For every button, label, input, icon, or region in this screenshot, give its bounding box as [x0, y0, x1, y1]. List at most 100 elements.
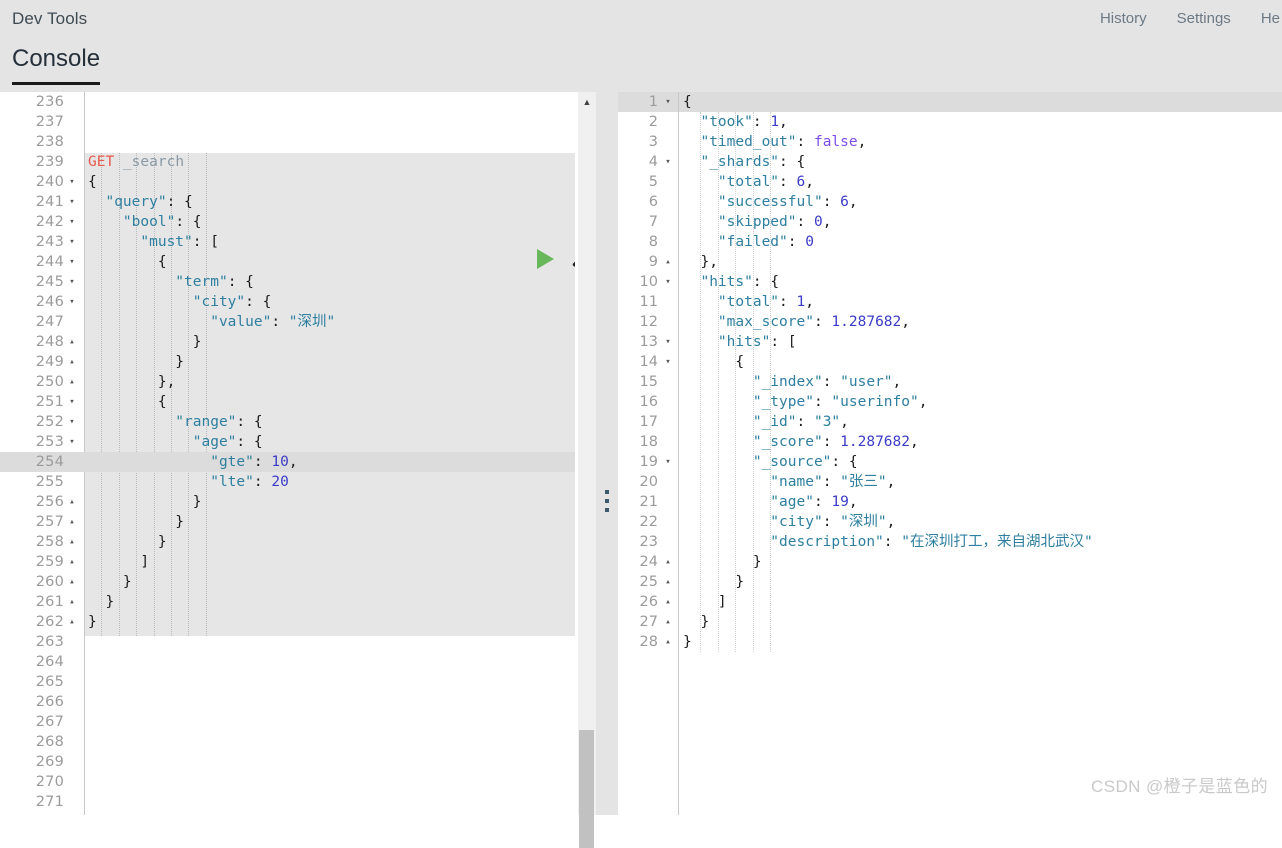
fold-expand-icon[interactable]: ▴	[66, 332, 78, 352]
code-line[interactable]: 21 "age": 19,	[618, 492, 1282, 512]
code-line[interactable]: 263	[0, 632, 575, 652]
code-line[interactable]: 16 "_type": "userinfo",	[618, 392, 1282, 412]
code-line[interactable]: 248 ▴ }	[0, 332, 575, 352]
code-line[interactable]: 264	[0, 652, 575, 672]
code-line[interactable]: 262 ▴}	[0, 612, 575, 632]
code-line[interactable]: 260 ▴ }	[0, 572, 575, 592]
nav-item-history[interactable]: History	[1100, 10, 1147, 27]
code-line[interactable]: 244 ▾ {	[0, 252, 575, 272]
code-line[interactable]: 236	[0, 92, 575, 112]
fold-collapse-icon[interactable]: ▾	[662, 272, 674, 292]
code-line[interactable]: 5 "total": 6,	[618, 172, 1282, 192]
code-line[interactable]: 241 ▾ "query": {	[0, 192, 575, 212]
wrench-icon[interactable]	[568, 244, 575, 270]
code-line[interactable]: 10 ▾ "hits": {	[618, 272, 1282, 292]
code-line[interactable]: 25 ▴ }	[618, 572, 1282, 592]
code-line[interactable]: 246 ▾ "city": {	[0, 292, 575, 312]
code-line[interactable]: 266	[0, 692, 575, 712]
code-line[interactable]: 269	[0, 752, 575, 772]
fold-collapse-icon[interactable]: ▾	[662, 352, 674, 372]
code-line[interactable]: 18 "_score": 1.287682,	[618, 432, 1282, 452]
fold-collapse-icon[interactable]: ▾	[66, 232, 78, 252]
fold-expand-icon[interactable]: ▴	[66, 512, 78, 532]
fold-collapse-icon[interactable]: ▾	[662, 452, 674, 472]
fold-collapse-icon[interactable]: ▾	[66, 272, 78, 292]
code-line[interactable]: 20 "name": "张三",	[618, 472, 1282, 492]
fold-expand-icon[interactable]: ▴	[66, 612, 78, 632]
response-viewer-pane[interactable]: 1 ▾{2 "took": 1, 3 "timed_out": false, 4 ▾ "…	[618, 92, 1282, 815]
fold-expand-icon[interactable]: ▴	[66, 492, 78, 512]
code-line[interactable]: 257 ▴ }	[0, 512, 575, 532]
code-line[interactable]: 250 ▴ },	[0, 372, 575, 392]
fold-collapse-icon[interactable]: ▾	[66, 292, 78, 312]
scroll-up-caret-icon[interactable]: ▲	[578, 94, 596, 110]
fold-collapse-icon[interactable]: ▾	[662, 92, 674, 112]
fold-collapse-icon[interactable]: ▾	[662, 152, 674, 172]
code-line[interactable]: 2 "took": 1,	[618, 112, 1282, 132]
code-line[interactable]: 19 ▾ "_source": {	[618, 452, 1282, 472]
fold-collapse-icon[interactable]: ▾	[66, 392, 78, 412]
nav-item-help[interactable]: He	[1261, 10, 1280, 27]
code-line[interactable]: 259 ▴ ]	[0, 552, 575, 572]
code-line[interactable]: 237	[0, 112, 575, 132]
fold-expand-icon[interactable]: ▴	[662, 612, 674, 632]
code-line[interactable]: 3 "timed_out": false,	[618, 132, 1282, 152]
fold-collapse-icon[interactable]: ▾	[66, 172, 78, 192]
fold-collapse-icon[interactable]: ▾	[66, 212, 78, 232]
editor-code-lines[interactable]: 236 237 238 239 GET _search 240 ▾{241 ▾ "query"…	[0, 92, 575, 812]
code-line[interactable]: 17 "_id": "3",	[618, 412, 1282, 432]
fold-collapse-icon[interactable]: ▾	[66, 252, 78, 272]
code-line[interactable]: 8 "failed": 0	[618, 232, 1282, 252]
code-line[interactable]: 258 ▴ }	[0, 532, 575, 552]
code-line[interactable]: 22 "city": "深圳",	[618, 512, 1282, 532]
code-line[interactable]: 23 "description": "在深圳打工，来自湖北武汉"	[618, 532, 1282, 552]
code-line[interactable]: 4 ▾ "_shards": {	[618, 152, 1282, 172]
code-line[interactable]: 12 "max_score": 1.287682,	[618, 312, 1282, 332]
code-line[interactable]: 11 "total": 1,	[618, 292, 1282, 312]
code-line[interactable]: 26 ▴ ]	[618, 592, 1282, 612]
code-line[interactable]: 13 ▾ "hits": [	[618, 332, 1282, 352]
tab-console[interactable]: Console	[12, 45, 101, 85]
code-line[interactable]: 1 ▾{	[618, 92, 1282, 112]
fold-expand-icon[interactable]: ▴	[662, 252, 674, 272]
fold-collapse-icon[interactable]: ▾	[66, 432, 78, 452]
code-line[interactable]: 27 ▴ }	[618, 612, 1282, 632]
code-line[interactable]: 14 ▾ {	[618, 352, 1282, 372]
code-line[interactable]: 253 ▾ "age": {	[0, 432, 575, 452]
response-code-lines[interactable]: 1 ▾{2 "took": 1, 3 "timed_out": false, 4 ▾ "…	[618, 92, 1282, 652]
code-line[interactable]: 245 ▾ "term": {	[0, 272, 575, 292]
code-line[interactable]: 265	[0, 672, 575, 692]
code-line[interactable]: 239 GET _search	[0, 152, 575, 172]
fold-collapse-icon[interactable]: ▾	[662, 332, 674, 352]
nav-item-settings[interactable]: Settings	[1177, 10, 1231, 27]
run-request-play-icon[interactable]	[534, 246, 558, 270]
request-editor-pane[interactable]: 236 237 238 239 GET _search 240 ▾{241 ▾ "query"…	[0, 92, 575, 815]
code-line[interactable]: 15 "_index": "user",	[618, 372, 1282, 392]
fold-expand-icon[interactable]: ▴	[662, 572, 674, 592]
fold-expand-icon[interactable]: ▴	[662, 552, 674, 572]
code-line[interactable]: 252 ▾ "range": {	[0, 412, 575, 432]
fold-collapse-icon[interactable]: ▾	[66, 412, 78, 432]
code-line[interactable]: 242 ▾ "bool": {	[0, 212, 575, 232]
code-line[interactable]: 261 ▴ }	[0, 592, 575, 612]
code-line[interactable]: 267	[0, 712, 575, 732]
code-line[interactable]: 256 ▴ }	[0, 492, 575, 512]
fold-expand-icon[interactable]: ▴	[66, 352, 78, 372]
code-line[interactable]: 28 ▴}	[618, 632, 1282, 652]
code-line[interactable]: 7 "skipped": 0,	[618, 212, 1282, 232]
editor-scrollbar-thumb[interactable]	[579, 730, 594, 848]
fold-expand-icon[interactable]: ▴	[66, 372, 78, 392]
fold-expand-icon[interactable]: ▴	[662, 632, 674, 652]
fold-expand-icon[interactable]: ▴	[66, 532, 78, 552]
fold-collapse-icon[interactable]: ▾	[66, 192, 78, 212]
code-line[interactable]: 24 ▴ }	[618, 552, 1282, 572]
code-line[interactable]: 243 ▾ "must": [	[0, 232, 575, 252]
code-line[interactable]: 9 ▴ },	[618, 252, 1282, 272]
fold-expand-icon[interactable]: ▴	[66, 592, 78, 612]
code-line[interactable]: 271	[0, 792, 575, 812]
code-line[interactable]: 240 ▾{	[0, 172, 575, 192]
code-line[interactable]: 255 "lte": 20	[0, 472, 575, 492]
code-line[interactable]: 6 "successful": 6,	[618, 192, 1282, 212]
code-line[interactable]: 254 "gte": 10,	[0, 452, 575, 472]
code-line[interactable]: 251 ▾ {	[0, 392, 575, 412]
